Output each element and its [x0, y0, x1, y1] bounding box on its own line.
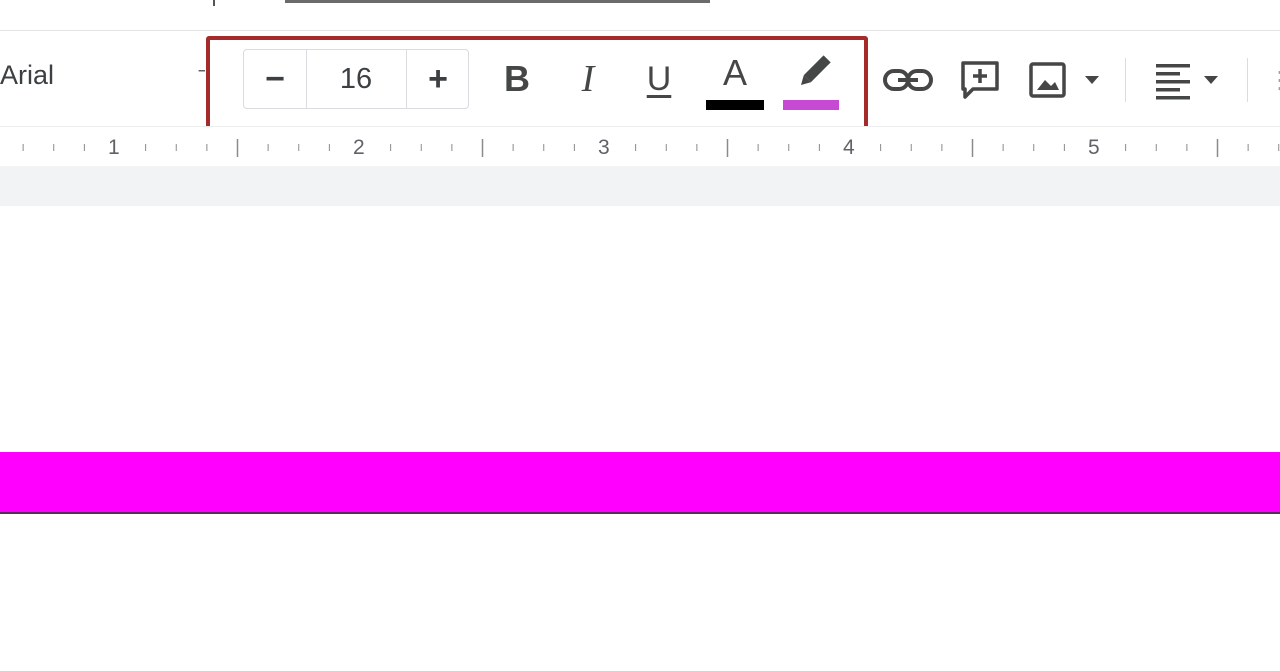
insert-image-button[interactable] [1027, 56, 1103, 104]
increase-font-size-button[interactable]: + [406, 50, 469, 108]
toolbar-more-edge: ⋮ [1268, 67, 1280, 94]
font-family-select[interactable]: Arial [0, 60, 54, 91]
text-color-button[interactable]: A [702, 50, 768, 112]
pencil-icon [800, 55, 831, 86]
ruler-label: 3 [598, 136, 610, 159]
font-size-control: − + [243, 49, 469, 109]
ruler-label: 5 [1088, 136, 1100, 159]
ruler-label: 2 [353, 136, 365, 159]
ruler[interactable]: 1 2 3 4 5 [0, 126, 1280, 168]
document-title-underline [285, 0, 710, 3]
ruler-label: 4 [843, 136, 855, 159]
page-margin-area [0, 166, 1280, 207]
highlighted-text-band[interactable] [0, 452, 1280, 514]
highlight-color-button[interactable] [778, 50, 844, 112]
ruler-label: 1 [108, 136, 120, 159]
text-color-swatch [706, 100, 764, 110]
font-size-input[interactable] [306, 50, 406, 108]
link-icon [883, 69, 933, 91]
highlight-color-swatch [783, 100, 839, 110]
toolbar-divider [1125, 58, 1126, 102]
bold-button[interactable]: B [495, 52, 539, 106]
text-color-icon: A [722, 52, 747, 93]
font-family-dropdown-icon[interactable]: ˉ [198, 66, 212, 92]
toolbar-divider [1247, 58, 1248, 102]
menu-bar [0, 0, 1280, 31]
image-icon [1029, 62, 1099, 98]
insert-link-button[interactable] [882, 56, 934, 104]
add-comment-icon [961, 61, 999, 99]
add-comment-button[interactable] [957, 56, 1003, 104]
menu-edge-mark [213, 0, 215, 6]
document-page[interactable] [0, 206, 1280, 671]
align-left-icon [1156, 64, 1218, 100]
italic-button[interactable]: I [566, 52, 610, 106]
underline-button[interactable]: U [637, 52, 681, 106]
decrease-font-size-button[interactable]: − [244, 50, 307, 108]
text-align-button[interactable] [1152, 56, 1228, 104]
